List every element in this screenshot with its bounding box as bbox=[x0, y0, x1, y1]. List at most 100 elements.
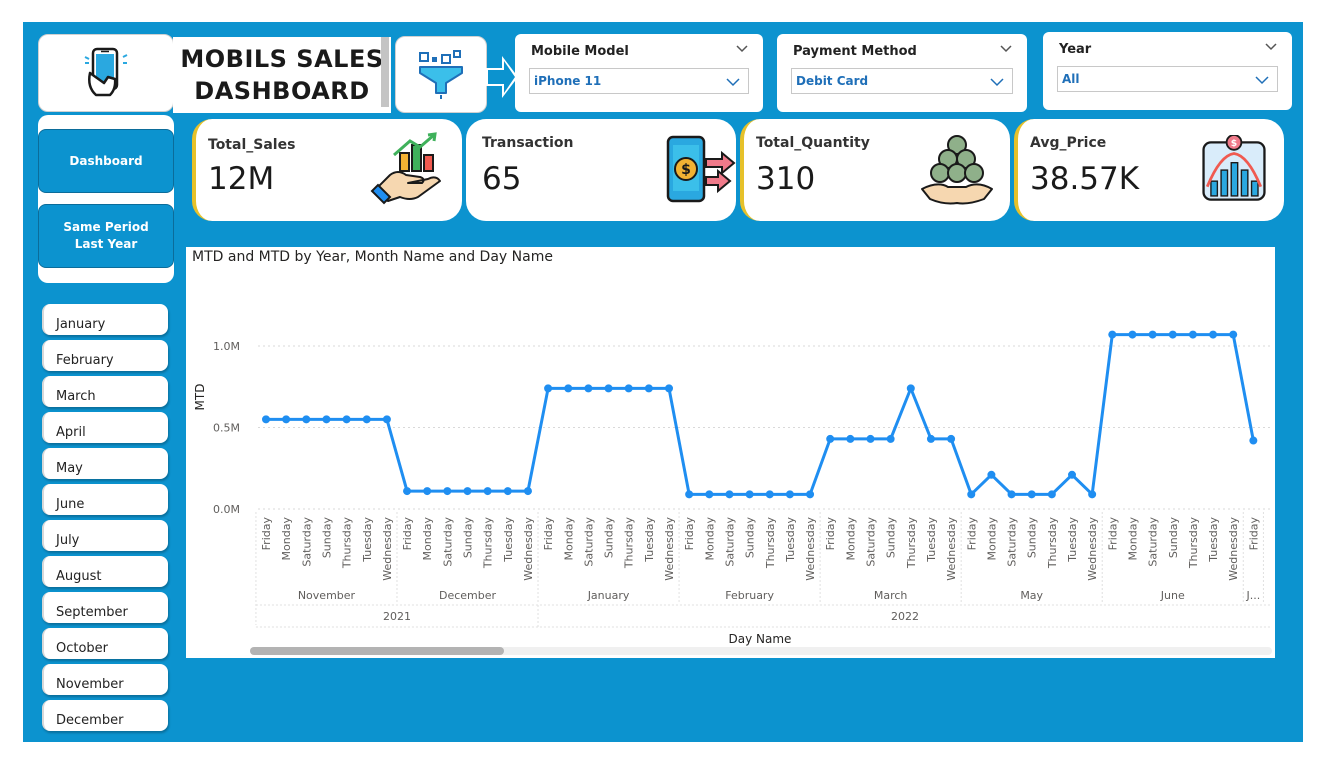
funnel-icon bbox=[419, 49, 463, 99]
month-label: November bbox=[298, 589, 356, 602]
dashboard-canvas: MOBILS SALES DASHBOARD Mobile Model iPho… bbox=[23, 22, 1303, 742]
data-point bbox=[785, 490, 794, 499]
x-tick-label: Tuesday bbox=[502, 517, 515, 563]
x-tick-label: Tuesday bbox=[784, 517, 797, 563]
month-button-october[interactable]: October bbox=[42, 628, 168, 659]
data-point bbox=[866, 434, 875, 443]
data-point bbox=[282, 415, 291, 424]
x-tick-label: Wednesday bbox=[663, 517, 676, 581]
month-button-june[interactable]: June bbox=[42, 484, 168, 515]
data-point bbox=[544, 384, 553, 393]
filter-card[interactable] bbox=[395, 36, 487, 113]
svg-text:$: $ bbox=[681, 162, 691, 178]
year-slicer[interactable]: Year All bbox=[1043, 32, 1292, 110]
x-tick-label: Thursday bbox=[482, 517, 495, 570]
x-tick-label: Wednesday bbox=[1227, 517, 1240, 581]
payment-method-dropdown[interactable]: Debit Card bbox=[791, 68, 1013, 94]
data-point bbox=[463, 487, 472, 496]
x-tick-label: Monday bbox=[421, 517, 434, 561]
x-tick-label: Monday bbox=[1126, 517, 1139, 561]
chevron-down-icon[interactable] bbox=[1264, 40, 1278, 54]
x-tick-label: Thursday bbox=[1046, 517, 1059, 570]
x-tick-label: Tuesday bbox=[925, 517, 938, 563]
month-button-august[interactable]: August bbox=[42, 556, 168, 587]
price-chart-icon: $ bbox=[1202, 135, 1266, 201]
x-tick-label: Wednesday bbox=[1086, 517, 1099, 581]
kpi-value: 65 bbox=[482, 161, 522, 197]
x-tick-label: Wednesday bbox=[945, 517, 958, 581]
same-period-last-year-button[interactable]: Same Period Last Year bbox=[38, 204, 174, 268]
chevron-down-icon bbox=[726, 78, 740, 87]
slicer-value: Debit Card bbox=[796, 74, 869, 88]
x-tick-label: Saturday bbox=[582, 517, 595, 567]
data-point bbox=[947, 434, 956, 443]
data-point bbox=[705, 490, 714, 499]
dashboard-button[interactable]: Dashboard bbox=[38, 129, 174, 193]
data-point bbox=[302, 415, 311, 424]
data-point bbox=[262, 415, 270, 424]
kpi-label: Avg_Price bbox=[1030, 135, 1107, 151]
x-tick-label: Wednesday bbox=[381, 517, 394, 581]
data-point bbox=[967, 490, 976, 499]
data-point bbox=[564, 384, 573, 393]
month-button-december[interactable]: December bbox=[42, 700, 168, 731]
year-dropdown[interactable]: All bbox=[1057, 66, 1278, 92]
month-button-march[interactable]: March bbox=[42, 376, 168, 407]
x-tick-label: Tuesday bbox=[1207, 517, 1220, 563]
month-label: May bbox=[1020, 589, 1043, 602]
mobile-model-dropdown[interactable]: iPhone 11 bbox=[529, 68, 749, 94]
mtd-line-chart[interactable]: MTD and MTD by Year, Month Name and Day … bbox=[186, 247, 1275, 658]
month-button-april[interactable]: April bbox=[42, 412, 168, 443]
mobile-model-slicer[interactable]: Mobile Model iPhone 11 bbox=[515, 34, 763, 112]
chart-plot: 0.0M 0.5M 1.0M MTD Friday Monday Saturday Sunda… bbox=[193, 330, 1272, 655]
data-point bbox=[1007, 490, 1016, 499]
data-point bbox=[624, 384, 633, 393]
data-point bbox=[826, 434, 835, 443]
month-button-july[interactable]: July bbox=[42, 520, 168, 551]
chevron-down-icon[interactable] bbox=[999, 42, 1013, 56]
data-point bbox=[362, 415, 371, 424]
x-axis-title: Day Name bbox=[729, 632, 792, 646]
coins-hand-icon bbox=[921, 135, 993, 205]
chevron-down-icon bbox=[1255, 76, 1269, 85]
x-tick-label: Friday bbox=[965, 517, 978, 551]
month-button-january[interactable]: January bbox=[42, 304, 168, 335]
scrollbar-thumb[interactable] bbox=[250, 647, 504, 655]
month-button-may[interactable]: May bbox=[42, 448, 168, 479]
x-tick-label: Wednesday bbox=[804, 517, 817, 581]
payment-method-slicer[interactable]: Payment Method Debit Card bbox=[777, 34, 1027, 112]
x-tick-label: Sunday bbox=[1167, 517, 1180, 559]
data-point bbox=[443, 487, 452, 496]
month-button-september[interactable]: September bbox=[42, 592, 168, 623]
kpi-total-sales: Total_Sales 12M bbox=[192, 119, 462, 221]
data-point bbox=[665, 384, 673, 393]
x-tick-label: Thursday bbox=[341, 517, 354, 570]
data-point bbox=[906, 384, 915, 393]
x-tick-label: Saturday bbox=[1006, 517, 1019, 567]
kpi-total-quantity: Total_Quantity 310 bbox=[740, 119, 1010, 221]
data-point bbox=[1229, 330, 1238, 339]
data-point bbox=[322, 415, 331, 424]
dashboard-title: MOBILS SALES DASHBOARD bbox=[173, 37, 391, 113]
mtd-series-line bbox=[266, 333, 1255, 496]
data-point bbox=[423, 487, 432, 496]
month-button-february[interactable]: February bbox=[42, 340, 168, 371]
slicer-value: All bbox=[1062, 72, 1080, 86]
year-label: 2022 bbox=[891, 610, 919, 623]
y-tick-label: 1.0M bbox=[213, 340, 240, 353]
kpi-value: 310 bbox=[756, 161, 816, 197]
data-point bbox=[1249, 436, 1258, 445]
data-point bbox=[1128, 330, 1137, 339]
year-label: 2021 bbox=[383, 610, 411, 623]
month-button-november[interactable]: November bbox=[42, 664, 168, 695]
title-line-1: MOBILS SALES bbox=[180, 45, 384, 73]
chevron-down-icon[interactable] bbox=[735, 42, 749, 56]
x-tick-label: Tuesday bbox=[361, 517, 374, 563]
svg-text:$: $ bbox=[1231, 138, 1237, 149]
data-point bbox=[886, 434, 895, 443]
x-tick-label: Friday bbox=[542, 517, 555, 551]
x-tick-label: Saturday bbox=[723, 517, 736, 567]
data-point bbox=[1148, 330, 1157, 339]
data-point bbox=[1209, 330, 1218, 339]
x-tick-label: Monday bbox=[844, 517, 857, 561]
